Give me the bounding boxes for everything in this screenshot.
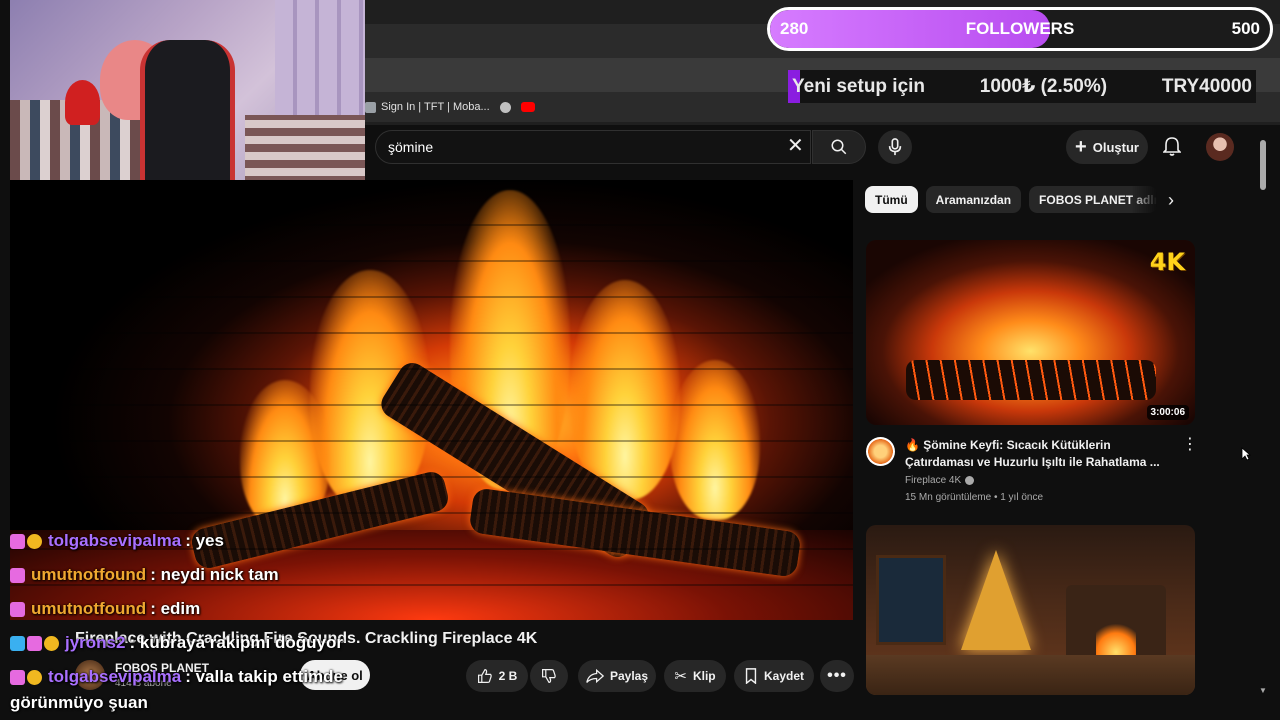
- notifications-button[interactable]: [1160, 134, 1184, 158]
- donation-target: TRY40000: [1161, 75, 1252, 97]
- sub-badge-icon: [27, 635, 42, 651]
- gold-badge-icon: [44, 635, 59, 651]
- chat-badges: [10, 533, 42, 549]
- chat-message: jyrons2: kübraya rakipmi doğuyor: [10, 626, 530, 660]
- clear-search-icon[interactable]: ✕: [787, 136, 804, 156]
- bookmark-icon: [745, 668, 757, 684]
- chip-from-search[interactable]: Aramanızdan: [925, 186, 1022, 213]
- bookmark-label: Sign In | TFT | Moba...: [381, 101, 490, 113]
- chat-badges: [10, 669, 42, 685]
- recommended-channel-avatar[interactable]: [866, 437, 895, 466]
- chat-badges: [10, 635, 59, 651]
- microphone-icon: [888, 138, 902, 156]
- chat-username[interactable]: umutnotfound: [31, 565, 146, 585]
- clip-label: Klip: [692, 669, 716, 683]
- followers-label: FOLLOWERS: [965, 19, 1075, 38]
- thumbnail-fireplace: [1066, 585, 1166, 665]
- donation-goal-bar: Yeni setup için 1000₺ (2.50%) TRY40000: [788, 70, 1256, 103]
- gold-badge-icon: [27, 669, 42, 685]
- chat-message: tolgabsevipalma: yes: [10, 524, 530, 558]
- recommended-channel-name: Fireplace 4K: [905, 475, 962, 486]
- sub-badge-icon: [10, 601, 25, 617]
- chip-channel[interactable]: FOBOS PLANET adlı yük: [1029, 186, 1158, 213]
- chevron-right-icon[interactable]: ›: [1168, 190, 1174, 211]
- chip-all[interactable]: Tümü: [865, 186, 918, 213]
- scroll-down-icon[interactable]: ▼: [1259, 686, 1267, 695]
- recommended-meta: 15 Mn görüntüleme • 1 yıl önce: [905, 492, 1044, 503]
- globe-icon: [499, 101, 511, 113]
- chat-username[interactable]: jyrons2: [65, 633, 125, 653]
- save-label: Kaydet: [763, 669, 804, 683]
- chat-text: : edim: [150, 599, 201, 618]
- share-button[interactable]: Paylaş: [578, 660, 656, 692]
- chat-text: : kübraya rakipmi doğuyor: [129, 633, 343, 652]
- sub-badge-icon: [10, 567, 25, 583]
- voice-search-button[interactable]: [878, 130, 912, 164]
- gold-badge-icon: [27, 533, 42, 549]
- sub-badge-icon: [10, 669, 25, 685]
- followers-goal-bar: 280 FOLLOWERS 500: [767, 7, 1273, 51]
- cube-badge-icon: [10, 635, 25, 651]
- bookmark-globe[interactable]: [499, 101, 511, 113]
- chat-text: : neydi nick tam: [150, 565, 279, 584]
- chat-username[interactable]: umutnotfound: [31, 599, 146, 619]
- chat-badges: [10, 567, 25, 583]
- more-actions-button[interactable]: •••: [820, 660, 854, 692]
- recommended-thumbnail[interactable]: 4K 3:00:06: [866, 240, 1195, 425]
- more-vertical-icon[interactable]: ⋮: [1182, 437, 1198, 453]
- thumbnail-christmas-tree: [961, 550, 1031, 650]
- search-button[interactable]: [812, 130, 866, 164]
- mouse-cursor-icon: [1241, 447, 1251, 461]
- sub-badge-icon: [10, 533, 25, 549]
- filter-chips: Tümü Aramanızdan FOBOS PLANET adlı yük: [865, 186, 1158, 213]
- scissors-icon: ✂: [674, 668, 687, 685]
- dislike-button[interactable]: [530, 660, 568, 692]
- chat-message: tolgabsevipalma: valla takip ettimde: [10, 660, 530, 694]
- chat-message-continuation: görünmüyo şuan: [10, 693, 148, 712]
- webcam-gaming-chair: [140, 40, 235, 200]
- video-duration: 3:00:06: [1146, 405, 1189, 420]
- 4k-badge: 4K: [1149, 248, 1185, 276]
- create-label: Oluştur: [1092, 139, 1139, 155]
- stream-chat-overlay: tolgabsevipalma: yes umutnotfound: neydi …: [10, 524, 530, 694]
- webcam-santa-toy: [65, 80, 100, 125]
- thumbnail-window: [876, 555, 946, 645]
- recommended-thumbnail[interactable]: [866, 525, 1195, 695]
- bell-icon: [1163, 137, 1181, 156]
- bookmark-tft[interactable]: Sign In | TFT | Moba...: [365, 101, 490, 113]
- chat-username[interactable]: tolgabsevipalma: [48, 531, 181, 551]
- chat-text: : valla takip ettimde: [185, 667, 343, 686]
- chat-username[interactable]: tolgabsevipalma: [48, 667, 181, 687]
- page-scrollbar[interactable]: ▼: [1257, 130, 1271, 695]
- chat-message: umutnotfound: neydi nick tam: [10, 558, 530, 592]
- chat-text: : yes: [185, 531, 224, 550]
- donation-amount: 1000₺ (2.50%): [979, 76, 1108, 97]
- share-label: Paylaş: [609, 669, 649, 683]
- recommended-channel[interactable]: Fireplace 4K: [905, 475, 975, 486]
- recommended-title[interactable]: 🔥 Şömine Keyfi: Sıcacık Kütüklerin Çatır…: [905, 437, 1175, 471]
- more-horizontal-icon: •••: [827, 667, 847, 684]
- chat-badges: [10, 601, 25, 617]
- followers-target: 500: [1231, 19, 1260, 38]
- plus-icon: +: [1075, 136, 1087, 158]
- bookmark-youtube[interactable]: [520, 102, 535, 112]
- webcam-overlay: [10, 0, 365, 200]
- thumbnail-sofa: [866, 655, 1195, 695]
- chat-message: umutnotfound: edim: [10, 592, 530, 626]
- search-query: şömine: [388, 139, 434, 155]
- save-button[interactable]: Kaydet: [734, 660, 814, 692]
- verified-icon: [965, 476, 975, 485]
- thumbs-down-icon: [542, 669, 556, 684]
- share-icon: [586, 668, 604, 684]
- search-icon: [831, 139, 847, 155]
- tft-icon: [365, 101, 376, 113]
- scrollbar-thumb[interactable]: [1260, 140, 1266, 190]
- youtube-icon: [520, 102, 535, 112]
- clip-button[interactable]: ✂ Klip: [664, 660, 726, 692]
- create-button[interactable]: + Oluştur: [1066, 130, 1148, 164]
- thumbnail-logs: [906, 360, 1156, 400]
- search-input[interactable]: şömine: [375, 130, 811, 164]
- account-avatar[interactable]: [1206, 133, 1234, 161]
- donation-label: Yeni setup için: [792, 75, 926, 97]
